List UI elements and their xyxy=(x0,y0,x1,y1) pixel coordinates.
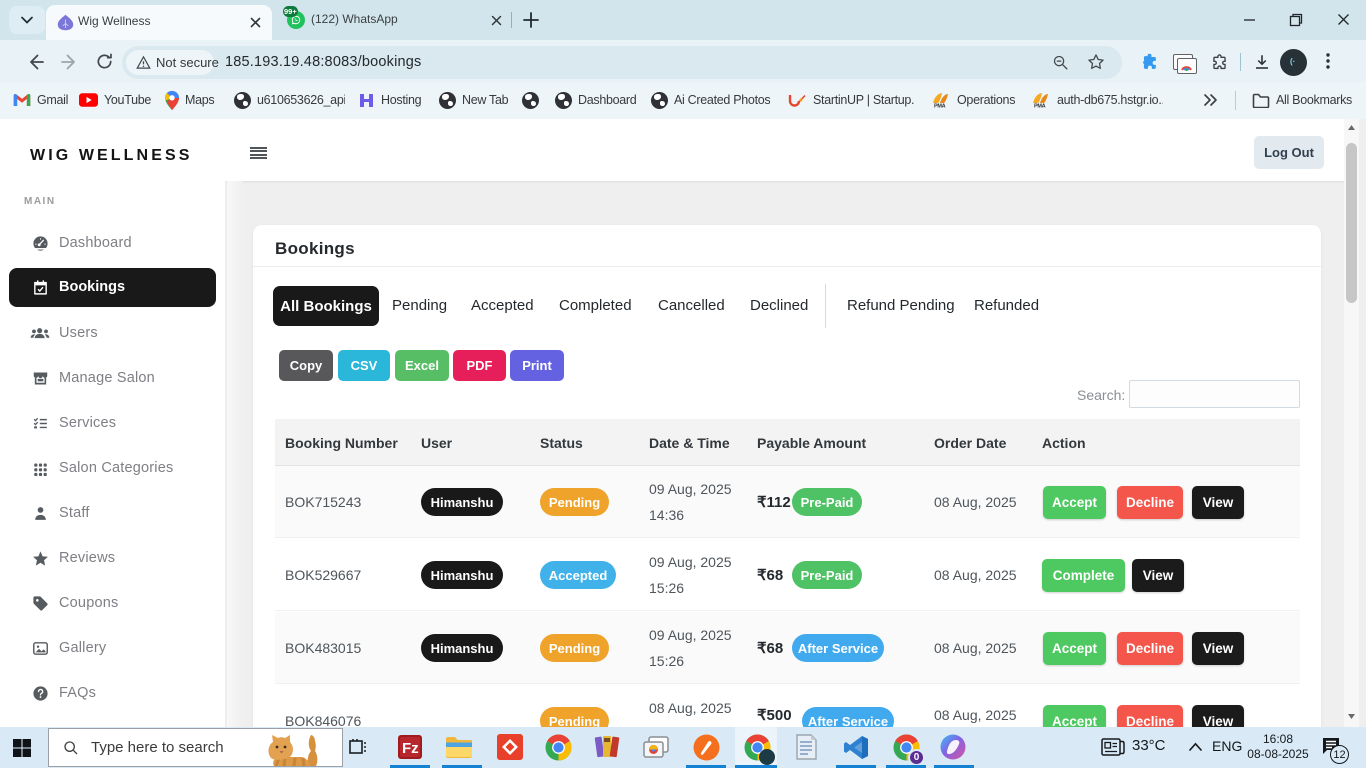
svg-text:Fz: Fz xyxy=(402,740,419,757)
svg-text:PMA: PMA xyxy=(1034,104,1046,109)
svg-text:PMA: PMA xyxy=(934,104,946,109)
